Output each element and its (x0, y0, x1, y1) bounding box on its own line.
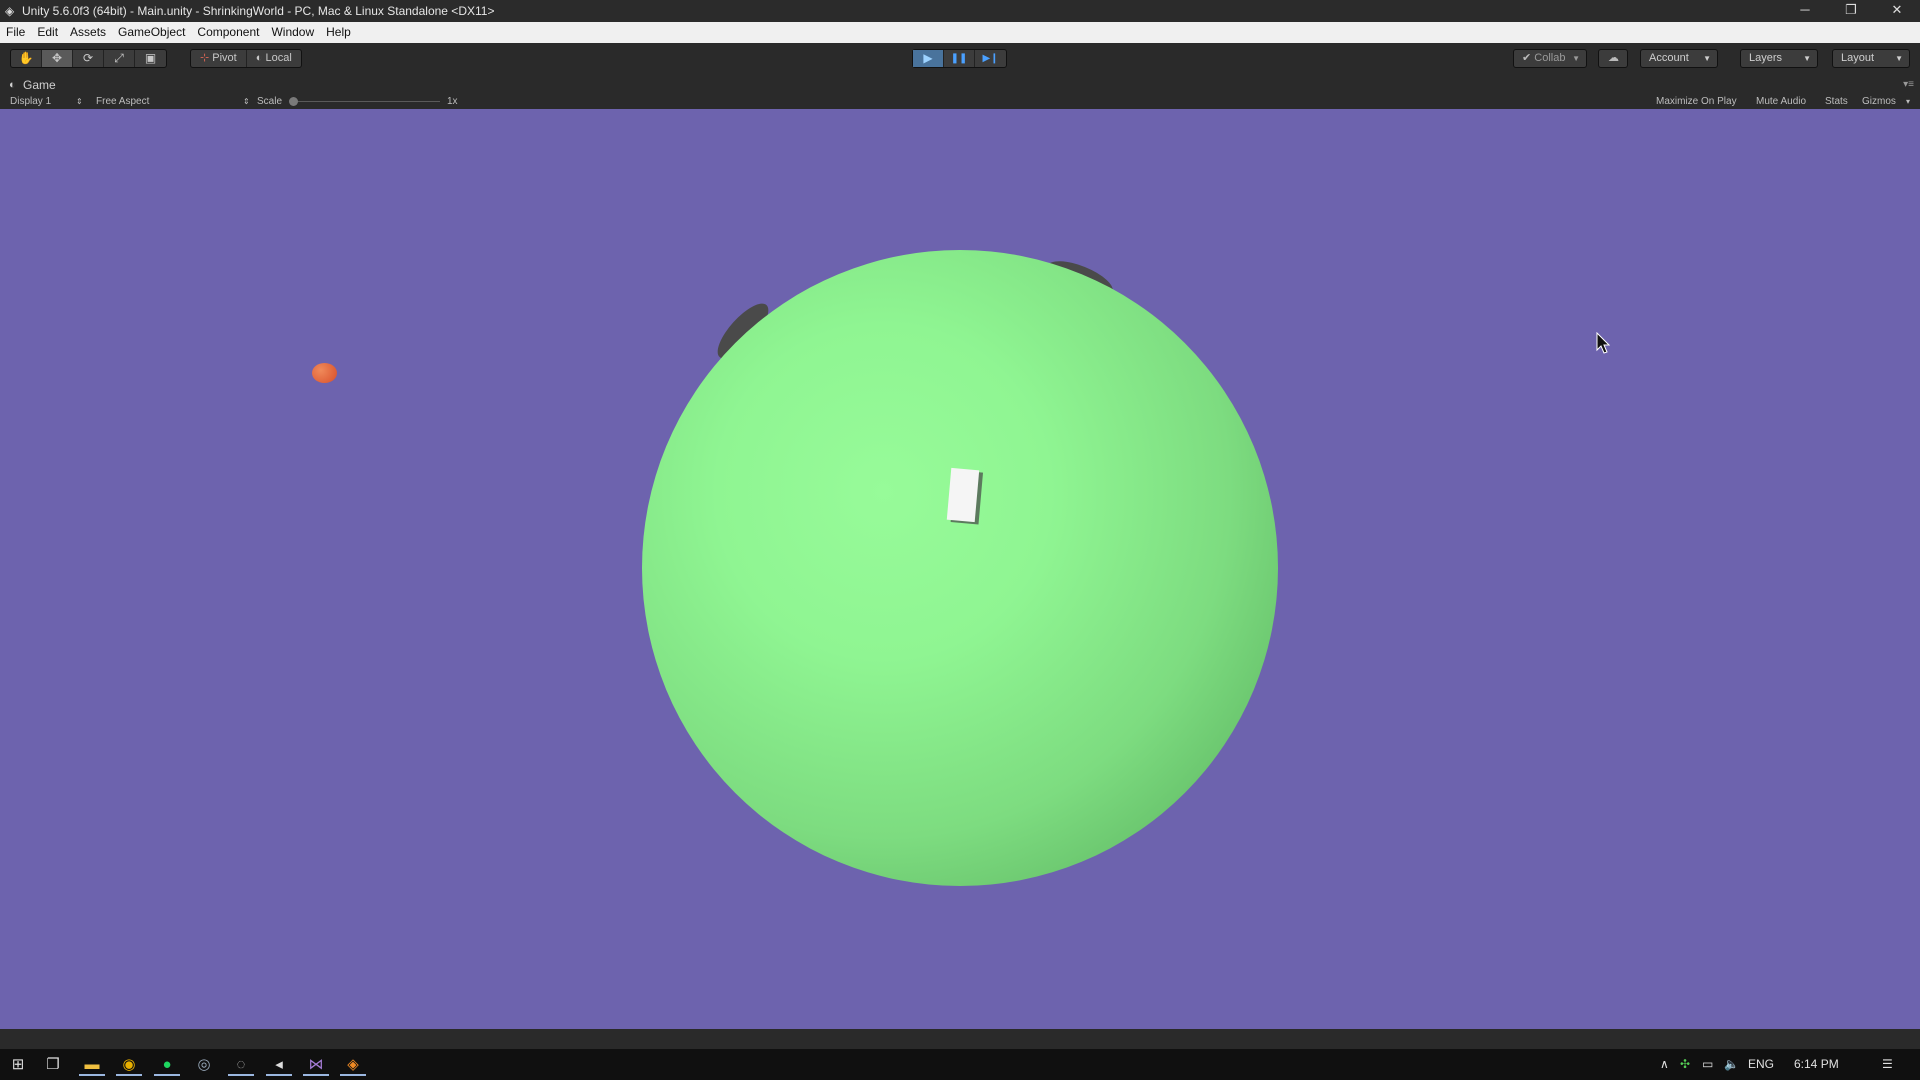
mouse-cursor-icon (1596, 331, 1611, 359)
hand-tool-icon[interactable]: ✋ (11, 50, 42, 67)
local-icon: ◐ (255, 52, 263, 64)
game-tab-bar: ◐ Game ▾≡ (0, 75, 1920, 94)
gizmos-arrow-icon: ▾ (1906, 97, 1911, 106)
window-controls: ─ ❐ ✕ (1782, 0, 1920, 22)
spotify-icon[interactable]: ● (154, 1054, 180, 1076)
menu-window[interactable]: Window (265, 22, 320, 43)
task-view-icon[interactable]: ❐ (40, 1054, 66, 1076)
visual-studio-icon[interactable]: ⋈ (303, 1054, 329, 1076)
main-toolbar: ✋ ✥ ⟳ ⤢ ▣ ⊹ Pivot ◐ Local ▶ ❚❚ ▶❙ ✔ Coll… (0, 43, 1920, 75)
aspect-label: Free Aspect (96, 96, 150, 107)
tab-game-label: Game (23, 78, 56, 92)
app-icon[interactable]: ◎ (191, 1054, 217, 1076)
chevron-down-icon: ▼ (1803, 54, 1811, 63)
account-label: Account (1649, 52, 1689, 64)
game-view-controls: Display 1 ⇕ Free Aspect ⇕ Scale 1x Maxim… (0, 94, 1920, 109)
scale-value: 1x (447, 96, 458, 107)
collab-button[interactable]: ✔ Collab ▼ (1513, 49, 1587, 68)
scale-slider-track[interactable] (290, 101, 440, 102)
local-button[interactable]: ◐ Local (247, 50, 301, 67)
clock[interactable]: 6:14 PM (1794, 1049, 1839, 1080)
planet-sphere (642, 250, 1278, 886)
menu-file[interactable]: File (0, 22, 31, 43)
pivot-label: Pivot (212, 52, 237, 64)
panel-menu-icon[interactable]: ▾≡ (1903, 79, 1914, 90)
menu-assets[interactable]: Assets (64, 22, 112, 43)
aspect-dropdown[interactable]: Free Aspect (96, 94, 149, 109)
chevron-down-icon: ▼ (1572, 54, 1580, 63)
layout-dropdown[interactable]: Layout ▼ (1832, 49, 1910, 68)
windows-taskbar: ⊞ ❐ ▬ ◉ ● ◎ ◌ ◂ ⋈ ◈ ∧ ✣ ▭ 🔈 ENG 6:14 PM … (0, 1049, 1920, 1080)
tab-game[interactable]: ◐ Game (6, 77, 56, 94)
menu-bar: File Edit Assets GameObject Component Wi… (0, 22, 1920, 43)
volume-icon[interactable]: 🔈 (1724, 1049, 1739, 1080)
play-icon[interactable]: ▶ (913, 50, 944, 67)
minimize-button[interactable]: ─ (1782, 0, 1828, 22)
display-label: Display 1 (10, 96, 52, 107)
menu-gameobject[interactable]: GameObject (112, 22, 191, 43)
transform-tools: ✋ ✥ ⟳ ⤢ ▣ (10, 49, 167, 68)
layout-label: Layout (1841, 52, 1875, 64)
chrome-icon[interactable]: ◉ (116, 1054, 142, 1076)
unity-logo-icon: ◈ (5, 4, 15, 18)
unity-hub-icon[interactable]: ◌ (228, 1054, 254, 1076)
layers-dropdown[interactable]: Layers ▼ (1740, 49, 1818, 68)
maximize-on-play-toggle[interactable]: Maximize On Play (1656, 94, 1737, 109)
step-icon[interactable]: ▶❙ (975, 50, 1006, 67)
chevron-down-icon: ▼ (1703, 54, 1711, 63)
rect-tool-icon[interactable]: ▣ (135, 50, 166, 67)
restore-button[interactable]: ❐ (1828, 0, 1874, 22)
pivot-button[interactable]: ⊹ Pivot (191, 50, 247, 67)
language-indicator[interactable]: ENG (1748, 1049, 1774, 1080)
mute-audio-toggle[interactable]: Mute Audio (1756, 94, 1806, 109)
file-explorer-icon[interactable]: ▬ (79, 1054, 105, 1076)
stats-toggle[interactable]: Stats (1825, 94, 1848, 109)
dropbox-icon[interactable]: ✣ (1680, 1049, 1690, 1080)
player-cube (946, 467, 980, 523)
check-icon: ✔ (1522, 52, 1532, 64)
rotate-tool-icon[interactable]: ⟳ (73, 50, 104, 67)
close-button[interactable]: ✕ (1874, 0, 1920, 22)
menu-component[interactable]: Component (191, 22, 265, 43)
pivot-toggles: ⊹ Pivot ◐ Local (190, 49, 302, 68)
status-bar (0, 1029, 1920, 1049)
menu-edit[interactable]: Edit (31, 22, 64, 43)
scale-tool-icon[interactable]: ⤢ (104, 50, 135, 67)
windows-start-icon[interactable]: ⊞ (5, 1054, 31, 1076)
scale-slider-handle[interactable] (289, 97, 298, 106)
action-center-icon[interactable]: ☰ (1882, 1049, 1893, 1080)
unity-icon[interactable]: ◂ (266, 1054, 292, 1076)
display-dropdown[interactable]: Display 1 (10, 94, 51, 109)
move-tool-icon[interactable]: ✥ (42, 50, 73, 67)
title-bar: ◈ Unity 5.6.0f3 (64bit) - Main.unity - S… (0, 0, 1920, 22)
chevron-down-icon: ▼ (1895, 54, 1903, 63)
play-controls: ▶ ❚❚ ▶❙ (912, 49, 1007, 68)
game-icon: ◐ (9, 79, 16, 91)
aspect-arrow-icon: ⇕ (243, 97, 250, 106)
pivot-icon: ⊹ (200, 52, 210, 64)
food-orb (312, 363, 337, 383)
window-title: Unity 5.6.0f3 (64bit) - Main.unity - Shr… (22, 4, 495, 18)
account-dropdown[interactable]: Account ▼ (1640, 49, 1718, 68)
layers-label: Layers (1749, 52, 1783, 64)
menu-help[interactable]: Help (320, 22, 357, 43)
cloud-icon: ☁ (1608, 52, 1619, 64)
local-label: Local (265, 52, 292, 64)
tray-chevron-up-icon[interactable]: ∧ (1660, 1049, 1669, 1080)
game-view[interactable] (0, 109, 1920, 1029)
gizmos-dropdown[interactable]: Gizmos (1862, 94, 1896, 109)
system-tray: ∧ ✣ ▭ 🔈 ENG 6:14 PM ☰ (1660, 1049, 1920, 1080)
blender-icon[interactable]: ◈ (340, 1054, 366, 1076)
pause-icon[interactable]: ❚❚ (944, 50, 975, 67)
scale-label: Scale (257, 96, 283, 107)
collab-label: Collab (1534, 52, 1566, 64)
display-arrow-icon: ⇕ (76, 97, 83, 106)
cloud-button[interactable]: ☁ (1598, 49, 1628, 68)
network-icon[interactable]: ▭ (1702, 1049, 1713, 1080)
